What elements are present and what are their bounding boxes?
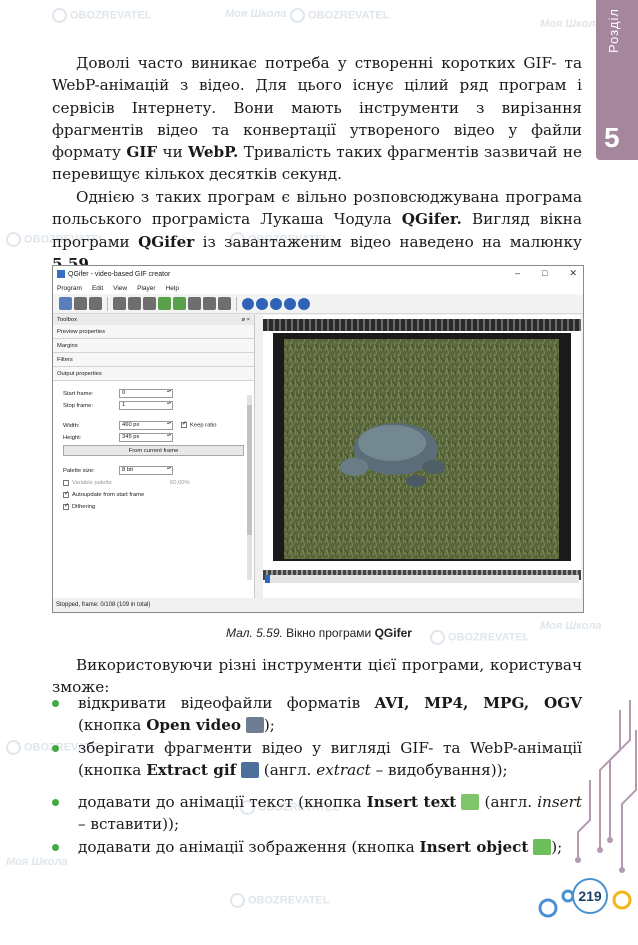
app-icon: [57, 270, 65, 278]
chapter-number: 5: [604, 122, 620, 153]
palette-row: Palette size: 8 bit: [53, 465, 254, 476]
menu-program[interactable]: Program: [57, 285, 82, 292]
pause-icon[interactable]: [256, 297, 268, 310]
turtle-in-grass-image: [284, 339, 559, 559]
watermark: OBOZREVATEL: [52, 8, 151, 23]
variable-palette-checkbox[interactable]: [63, 479, 69, 486]
bullet-dot: [52, 745, 59, 752]
minimize-button[interactable]: –: [515, 268, 520, 279]
bullet-dot: [52, 700, 59, 707]
bullet-dot: [52, 799, 59, 806]
start-frame-input[interactable]: 0: [119, 389, 173, 398]
play-icon[interactable]: [242, 297, 254, 310]
height-row: Height: 345 px: [53, 432, 254, 443]
section-preview-properties[interactable]: Preview properties: [53, 325, 254, 339]
stop-icon[interactable]: [270, 297, 282, 310]
stop-frame-row: Stop frame: 1: [53, 400, 254, 411]
toolbar: [53, 294, 583, 314]
prev-frame-icon[interactable]: [284, 297, 296, 310]
paragraph-intro: Доволі часто виникає потреба у створенні…: [52, 54, 582, 184]
window-titlebar: QGifer - video-based GIF creator – □ ✕: [53, 266, 583, 282]
chapter-label: Розділ: [606, 8, 621, 53]
video-frame: [273, 333, 571, 561]
close-button[interactable]: ✕: [569, 268, 577, 279]
list-item: додавати до анімації текст (кнопка Inser…: [52, 791, 582, 836]
list-item: зберігати фрагменти відео у вигляді GIF-…: [52, 737, 582, 782]
figure-caption: Мал. 5.59. Вікно програми QGifer: [226, 626, 412, 640]
menu-edit[interactable]: Edit: [92, 285, 103, 292]
section-output-properties[interactable]: Output properties: [53, 367, 254, 381]
keep-ratio-checkbox[interactable]: [181, 420, 187, 429]
maximize-button[interactable]: □: [542, 268, 547, 279]
window-title: QGifer - video-based GIF creator: [68, 270, 171, 278]
paragraph-qgifer: Однією з таких програм є вільно розповсю…: [52, 188, 582, 273]
video-preview-area: [263, 315, 581, 600]
page-number: 219: [572, 878, 608, 914]
toolbox-header: Toolbox ø ×: [53, 315, 254, 325]
redo-icon[interactable]: [203, 297, 216, 310]
menu-view[interactable]: View: [113, 285, 127, 292]
from-current-frame-button[interactable]: From current frame: [63, 445, 244, 456]
video-image: [284, 339, 559, 559]
zoom-icon[interactable]: [218, 297, 231, 310]
insert-text-icon[interactable]: [173, 297, 186, 310]
toolbox-panel: Toolbox ø × Preview properties Margins Fi…: [53, 315, 255, 600]
bullet-dot: [52, 844, 59, 851]
set-start-icon[interactable]: [113, 297, 126, 310]
menu-help[interactable]: Help: [166, 285, 179, 292]
next-frame-icon[interactable]: [298, 297, 310, 310]
status-bar: Stopped, frame: 0/108 (109 in total): [53, 598, 583, 612]
dithering-checkbox[interactable]: [63, 502, 69, 510]
width-input[interactable]: 460 px: [119, 421, 173, 430]
variable-palette-row: Variable palette 60,00%: [53, 477, 254, 488]
list-item: додавати до анімації зображення (кнопка …: [52, 836, 582, 858]
width-row: Width:460 pxKeep ratio: [53, 420, 254, 431]
stop-frame-input[interactable]: 1: [119, 401, 173, 410]
extract-gif-icon[interactable]: [74, 297, 87, 310]
panel-close-icon[interactable]: ø ×: [241, 315, 250, 325]
crop-icon[interactable]: [143, 297, 156, 310]
insert-text-icon: [461, 794, 480, 810]
menu-bar: Program Edit View Player Help: [53, 282, 583, 294]
save-icon[interactable]: [89, 297, 102, 310]
section-filters[interactable]: Filters: [53, 353, 254, 367]
dithering-row: Dithering: [53, 501, 254, 512]
section-margins[interactable]: Margins: [53, 339, 254, 353]
watermark: Моя Школа: [540, 18, 602, 30]
extract-gif-icon: [240, 762, 259, 779]
set-stop-icon[interactable]: [128, 297, 141, 310]
playback-slider[interactable]: [265, 575, 579, 583]
qgifer-window-screenshot: QGifer - video-based GIF creator – □ ✕ P…: [52, 265, 584, 613]
autoupdate-checkbox[interactable]: [63, 490, 69, 498]
height-input[interactable]: 345 px: [119, 433, 173, 442]
open-video-icon[interactable]: [59, 297, 72, 310]
start-frame-row: Start frame: 0: [53, 388, 254, 399]
open-video-icon: [245, 717, 264, 734]
palette-select[interactable]: 8 bit: [119, 466, 173, 475]
autoupdate-row: Autoupdate from start frame: [53, 489, 254, 500]
chapter-tab: Розділ 5: [596, 0, 638, 160]
frame-strip[interactable]: [263, 319, 581, 331]
slider-handle[interactable]: [265, 575, 270, 583]
menu-player[interactable]: Player: [137, 285, 155, 292]
watermark: OBOZREVATEL: [230, 893, 329, 908]
watermark: OBOZREVATEL: [290, 8, 389, 23]
insert-object-icon[interactable]: [158, 297, 171, 310]
panel-scrollbar[interactable]: [247, 395, 252, 580]
list-item: відкривати відеофайли форматів AVI, MP4,…: [52, 692, 582, 737]
undo-icon[interactable]: [188, 297, 201, 310]
watermark: Моя Школа: [225, 8, 287, 20]
